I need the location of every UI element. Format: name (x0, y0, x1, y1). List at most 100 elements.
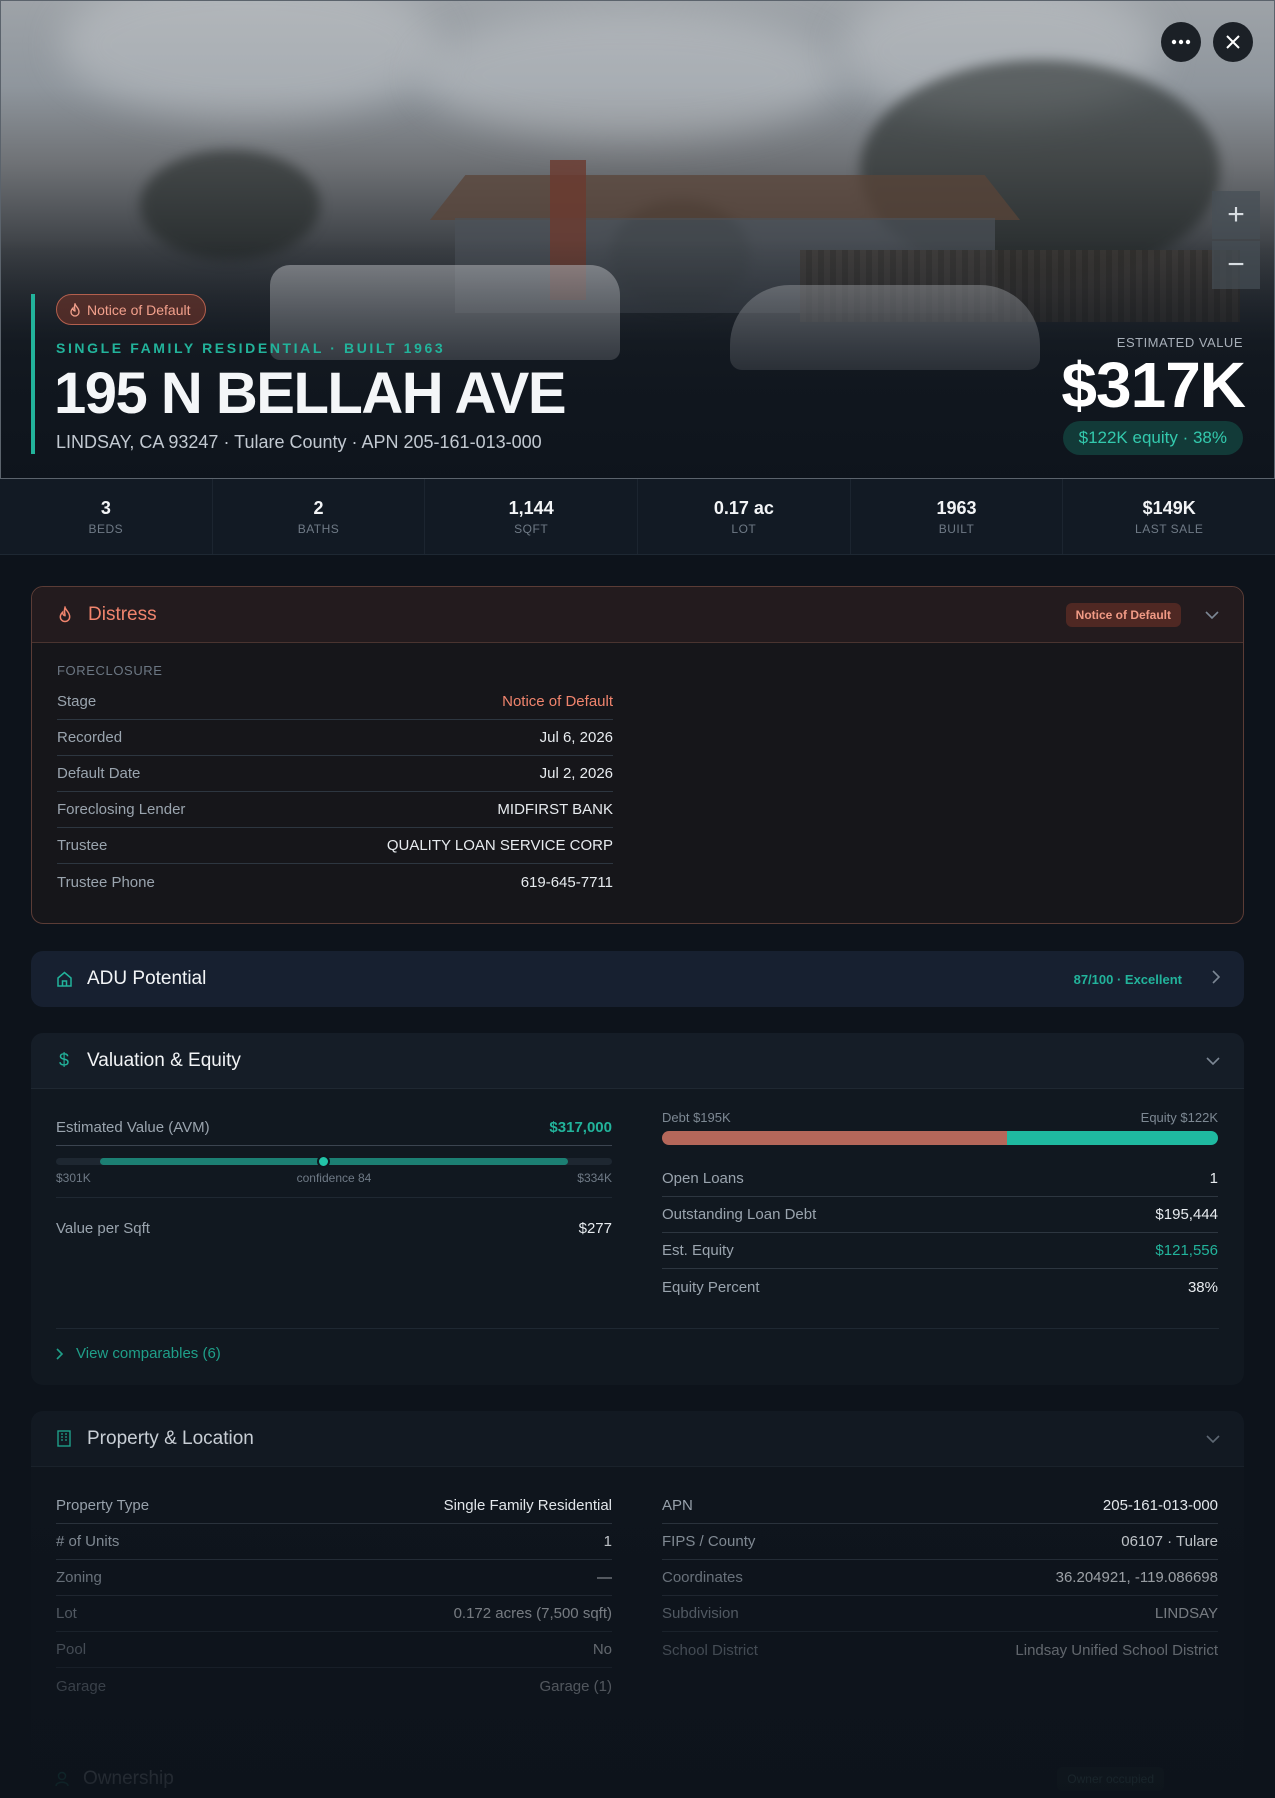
person-icon (55, 1771, 69, 1787)
table-row: Subdivision LINDSAY (662, 1596, 1218, 1632)
property-kicker: SINGLE FAMILY RESIDENTIAL · BUILT 1963 (56, 340, 446, 356)
adu-card[interactable]: ADU Potential 87/100 · Excellent (31, 951, 1244, 1007)
table-row: Zoning — (56, 1560, 612, 1596)
ownership-badge: Owner occupied (1057, 1767, 1164, 1791)
estimated-value: $317K (1061, 349, 1246, 421)
distress-badge: Notice of Default (1065, 602, 1181, 627)
row-value: 36.204921, -119.086698 (1055, 1569, 1218, 1586)
row-value: 1 (603, 1533, 612, 1550)
stat-label: BATHS (297, 521, 340, 536)
building-icon (55, 1430, 73, 1448)
table-row: Foreclosing Lender MIDFIRST BANK (57, 792, 613, 828)
row-value: $121,556 (1155, 1242, 1218, 1259)
row-key: Lot (56, 1605, 77, 1622)
table-row: Open Loans 1 (662, 1161, 1218, 1197)
stat-value: $149K (1142, 497, 1196, 518)
stat-built: 1963 BUILT (851, 479, 1064, 554)
map-zoom-in-button[interactable]: + (1212, 191, 1260, 239)
chevron-down-icon[interactable] (1205, 606, 1219, 624)
table-row: FIPS / County 06107 · Tulare (662, 1524, 1218, 1560)
valuation-card: $ Valuation & Equity Estimated Value (AV… (31, 1033, 1244, 1385)
stat-lot: 0.17 ac LOT (638, 479, 851, 554)
property-location-card: Property & Location Property Type Single … (31, 1411, 1244, 1798)
equity-segment (1006, 1131, 1218, 1145)
stat-value: 1963 (936, 497, 977, 518)
distress-card: Distress Notice of Default FORECLOSURE S… (31, 586, 1244, 924)
avm-row: Estimated Value (AVM) $317,000 (56, 1110, 612, 1146)
table-row: Lot 0.172 acres (7,500 sqft) (56, 1596, 612, 1632)
table-row: School District Lindsay Unified School Di… (662, 1632, 1218, 1668)
row-key: Garage (56, 1677, 107, 1695)
stat-value: 2 (313, 497, 324, 518)
stat-value: 3 (100, 497, 111, 518)
close-button[interactable] (1213, 22, 1253, 62)
valuation-header[interactable]: $ Valuation & Equity (31, 1033, 1244, 1089)
value-per-sqft-row: Value per Sqft $277 (56, 1198, 612, 1258)
row-key: Trustee Phone (57, 873, 155, 891)
chevron-right-icon[interactable] (1212, 969, 1221, 989)
chevron-down-icon[interactable] (1206, 1430, 1220, 1448)
avm-label: Estimated Value (AVM) (56, 1119, 210, 1136)
chevron-down-icon[interactable] (1206, 1052, 1220, 1070)
stat-value: 1,144 (508, 497, 554, 518)
map-zoom-out-button[interactable]: − (1212, 241, 1260, 289)
row-value: Single Family Residential (443, 1497, 612, 1514)
debt-label: Debt $195K (662, 1110, 731, 1125)
flame-icon (70, 302, 80, 317)
row-key: APN (662, 1497, 693, 1514)
stat-beds: 3 BEDS (0, 479, 213, 554)
row-key: Outstanding Loan Debt (662, 1206, 817, 1223)
foreclosure-section-label: FORECLOSURE (57, 663, 163, 678)
row-key: Pool (56, 1641, 87, 1658)
row-value: 0.172 acres (7,500 sqft) (453, 1605, 612, 1622)
value-range-fill (100, 1158, 568, 1165)
row-value: LINDSAY (1154, 1605, 1218, 1622)
row-value: 619-645-7711 (520, 873, 613, 891)
row-value: Notice of Default (502, 693, 613, 710)
row-key: # of Units (56, 1533, 120, 1550)
table-row: Equity Percent 38% (662, 1269, 1218, 1305)
table-row: # of Units 1 (56, 1524, 612, 1560)
row-key: Stage (57, 693, 97, 710)
row-key: Property Type (56, 1497, 150, 1514)
view-comparables-link[interactable]: View comparables (6) (56, 1345, 221, 1362)
row-value: 205-161-013-000 (1102, 1497, 1218, 1514)
property-header[interactable]: Property & Location (31, 1411, 1244, 1467)
row-value: Garage (1) (539, 1677, 612, 1695)
ownership-header[interactable]: Ownership Owner occupied (55, 1765, 1220, 1793)
ellipsis-icon (1171, 39, 1191, 45)
stat-label: SQFT (514, 521, 549, 536)
distress-header[interactable]: Distress Notice of Default (32, 587, 1243, 643)
adu-title: ADU Potential (87, 968, 207, 989)
row-key: Subdivision (662, 1605, 739, 1622)
stat-label: BEDS (88, 521, 124, 536)
row-value: MIDFIRST BANK (497, 801, 613, 818)
value-range-track (56, 1155, 612, 1168)
row-value: Lindsay Unified School District (1015, 1641, 1218, 1659)
row-value: 1 (1209, 1170, 1218, 1187)
debt-segment (662, 1131, 1007, 1145)
row-key: Foreclosing Lender (57, 801, 186, 818)
row-key: Default Date (57, 765, 141, 782)
row-key: Coordinates (662, 1569, 743, 1586)
stat-label: LOT (731, 521, 757, 536)
row-value: $277 (578, 1219, 612, 1237)
ownership-title: Ownership (83, 1768, 174, 1789)
stats-strip: 3 BEDS 2 BATHS 1,144 SQFT 0.17 ac LOT 1963 BU… (0, 479, 1275, 555)
stat-label: BUILT (938, 521, 975, 536)
row-key: Trustee (57, 837, 108, 854)
adu-header[interactable]: ADU Potential 87/100 · Excellent (31, 951, 1244, 1007)
table-row: Pool No (56, 1632, 612, 1668)
avm-value: $317,000 (549, 1119, 612, 1136)
row-key: School District (662, 1641, 758, 1659)
row-value: Jul 2, 2026 (539, 765, 613, 782)
more-options-button[interactable] (1161, 22, 1201, 62)
row-value: Jul 6, 2026 (539, 729, 613, 746)
range-confidence-label: confidence 84 (296, 1171, 372, 1185)
stat-baths: 2 BATHS (213, 479, 426, 554)
row-value: $195,444 (1155, 1206, 1218, 1223)
table-row: Recorded Jul 6, 2026 (57, 720, 613, 756)
accent-bar (31, 294, 35, 454)
table-row: Property Type Single Family Residential (56, 1488, 612, 1524)
status-pill-label: Notice of Default (87, 301, 191, 318)
